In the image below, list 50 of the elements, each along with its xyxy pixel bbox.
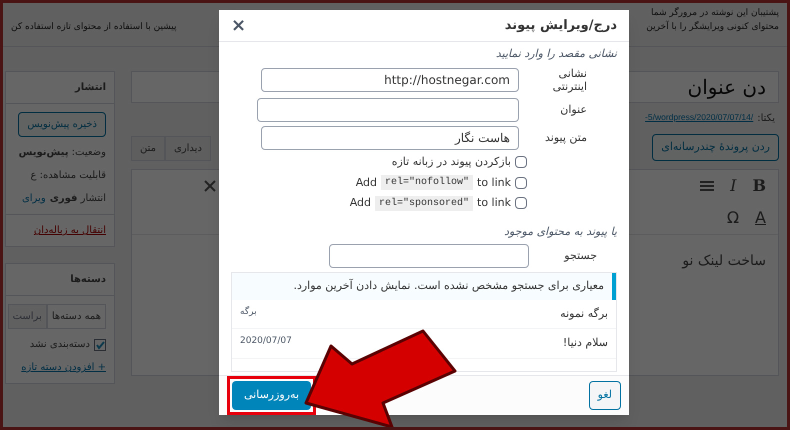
toolbar-glyph[interactable]: Ω (726, 206, 740, 230)
dialog-title: درج/ویرایش پیوند (504, 16, 617, 35)
panel-title: انتشار (75, 82, 106, 93)
cancel-button[interactable]: لغو (588, 381, 621, 410)
toolbar-glyph[interactable]: B (752, 174, 766, 198)
checkbox[interactable] (94, 338, 106, 350)
toolbar-glyph[interactable]: I (730, 174, 736, 198)
publish-text: انتشار فوری (50, 192, 106, 206)
trash-link[interactable]: انتقال به زباله‌دان (34, 225, 106, 236)
input-field[interactable] (257, 98, 519, 122)
field-label: عنوان (559, 103, 587, 117)
field-label: جستجو (562, 248, 597, 264)
option-label: Add rel="sponsored" to link (350, 195, 511, 212)
checkbox[interactable] (515, 156, 527, 168)
search-field[interactable] (329, 244, 529, 268)
field-label: نشانی اینترنتی (552, 66, 587, 94)
editor-content: ساخت لینک نو (682, 252, 766, 268)
permalink-link[interactable]: -5/wordpress/2020/07/07/14/ (645, 111, 754, 126)
input-field[interactable]: هاست نگار (261, 126, 519, 150)
category-tab[interactable]: همه دسته‌ها (46, 304, 106, 329)
result-row[interactable]: برگه نمونه برگه (232, 300, 616, 329)
list-icon[interactable] (700, 180, 714, 192)
update-button[interactable]: به‌روزرسانی (232, 381, 312, 410)
input-field[interactable]: http://hostnegar.com (261, 68, 519, 92)
option-label: بازکردن پیوند در زبانه تازه (392, 154, 511, 170)
category-label: دسته‌بندی نشد (30, 338, 90, 352)
editor-tab[interactable]: دیداری (165, 136, 211, 160)
add-category-link[interactable]: + افزودن دسته تازه (21, 362, 106, 373)
notice-text: پیشین با استفاده از محتوای تازه استفاده کن (11, 21, 176, 34)
section-heading: یا پیوند به محتوای موجود (503, 224, 617, 240)
toolbar-glyph[interactable]: A (755, 206, 766, 230)
search-notice: معیاری برای جستجو مشخص نشده است. نمایش دادن آخرین موارد. (293, 279, 604, 292)
save-draft-button[interactable]: ذخیره پیش‌نویس (18, 112, 106, 137)
panel-title: دسته‌ها (70, 274, 106, 285)
result-meta: 2020/07/07 (240, 335, 292, 348)
add-media-button[interactable]: ردن پروندهٔ چندرسانه‌ای (652, 134, 779, 160)
notice-text: محتوای کنونی ویرایشگر را با آخرین (646, 21, 779, 34)
checkbox[interactable] (515, 176, 527, 189)
result-meta: برگه (240, 306, 257, 318)
visibility-text: قابلیت مشاهده: ع (30, 170, 106, 181)
dialog-intro: نشانی مقصد را وارد نمایید (494, 46, 617, 62)
field-label: متن پیوند (544, 131, 587, 145)
notice-text: پشتیبان این نوشته در مرورگر شما (651, 7, 779, 20)
edit-link[interactable]: ویرای (22, 191, 46, 206)
option-label: Add rel="nofollow" to link (356, 174, 511, 191)
checkbox[interactable] (515, 197, 527, 210)
permalink-label: یکتا: (757, 112, 775, 126)
close-button[interactable]: × (231, 16, 246, 34)
status-text: وضعیت: پیش‌نویس (18, 147, 106, 158)
editor-tab[interactable]: متن (131, 136, 165, 160)
